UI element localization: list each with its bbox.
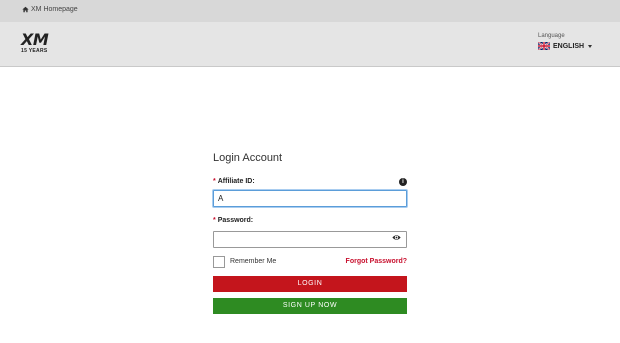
login-form: Login Account *Affiliate ID: i *Password… xyxy=(213,152,407,314)
eye-icon[interactable] xyxy=(392,233,401,242)
info-icon[interactable]: i xyxy=(399,178,407,186)
sign-up-button[interactable]: SIGN UP NOW xyxy=(213,298,407,314)
logo-subtitle: 15 YEARS xyxy=(21,48,48,54)
password-input[interactable] xyxy=(213,231,407,248)
remember-me-label[interactable]: Remember Me xyxy=(230,258,276,265)
home-icon xyxy=(22,6,29,13)
password-label: * Password: xyxy=(213,217,407,224)
homepage-link-label: XM Homepage xyxy=(31,6,78,13)
logo-mark: XM xyxy=(21,30,49,49)
uk-flag-icon xyxy=(538,42,550,50)
login-button[interactable]: LOGIN xyxy=(213,276,407,292)
affiliate-id-label-text: Affiliate ID: xyxy=(217,178,255,185)
header: XM 15 YEARS Language ENGLISH xyxy=(0,22,620,67)
password-label-text: Password: xyxy=(217,217,254,224)
chevron-down-icon xyxy=(588,44,593,48)
remember-me-checkbox[interactable] xyxy=(213,256,225,268)
affiliate-id-label: * Affiliate ID: xyxy=(213,178,407,185)
homepage-link[interactable]: XM Homepage xyxy=(22,6,78,13)
affiliate-id-input[interactable] xyxy=(213,190,407,207)
xm-logo[interactable]: XM 15 YEARS xyxy=(21,30,53,56)
page-title: Login Account xyxy=(213,152,283,164)
language-selector[interactable]: ENGLISH xyxy=(538,42,593,50)
required-marker: * xyxy=(213,217,216,224)
required-marker: * xyxy=(213,178,216,185)
language-value: ENGLISH xyxy=(553,42,585,50)
top-bar: XM Homepage xyxy=(0,0,620,22)
language-label: Language xyxy=(538,33,565,39)
forgot-password-link[interactable]: Forgot Password? xyxy=(346,258,407,265)
